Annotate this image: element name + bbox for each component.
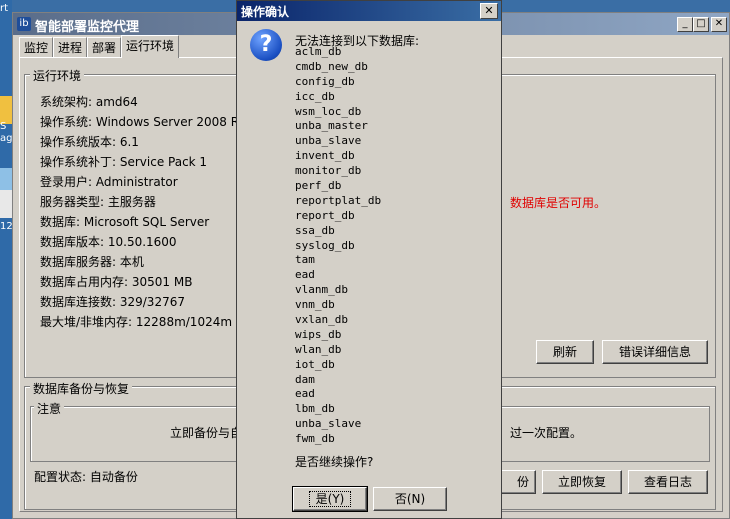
database-list-item: wlan_db: [295, 342, 342, 356]
database-list-item: ssa_db: [295, 223, 335, 237]
db-error-message: 数据库是否可用。: [510, 196, 607, 210]
dialog-close-button[interactable]: ✕: [480, 3, 498, 19]
database-list-item: invent_db: [295, 149, 355, 163]
dialog-question: 是否继续操作?: [295, 455, 374, 469]
note-text-right: 过一次配置。: [510, 426, 583, 440]
desktop-text: rt: [0, 3, 9, 14]
database-list-item: iot_db: [295, 357, 335, 371]
env-arch: 系统架构: amd64: [40, 95, 138, 109]
env-os-patch: 操作系统补丁: Service Pack 1: [40, 155, 208, 169]
desktop-text: 12: [0, 221, 13, 232]
database-list-item: syslog_db: [295, 238, 355, 252]
desktop-strip: rt S ag 12: [0, 0, 13, 519]
database-list-item: report_db: [295, 208, 355, 222]
env-heap-memory: 最大堆/非堆内存: 12288m/1024m: [40, 315, 233, 329]
env-db-server: 数据库服务器: 本机: [40, 255, 144, 269]
database-list-item: config_db: [295, 74, 355, 88]
env-os-version: 操作系统版本: 6.1: [40, 135, 139, 149]
confirm-dialog: 操作确认 ✕ ? 无法连接到以下数据库: aclm_db cmdb_new_db c…: [236, 0, 502, 519]
tab-deploy[interactable]: 部署: [87, 37, 122, 57]
database-list-item: dam: [295, 372, 315, 386]
database-list-item: perf_db: [295, 179, 342, 193]
desktop-text: ag: [0, 133, 13, 144]
database-list-item: ead: [295, 387, 315, 401]
restore-now-button[interactable]: 立即恢复: [542, 470, 622, 494]
desktop-shortcut-icon[interactable]: [0, 190, 12, 218]
env-login-user: 登录用户: Administrator: [40, 175, 178, 189]
tab-monitor[interactable]: 监控: [19, 37, 54, 57]
database-list-item: wips_db: [295, 327, 342, 341]
no-button[interactable]: 否(N): [373, 487, 447, 511]
maximize-button[interactable]: □: [693, 17, 709, 32]
error-detail-button[interactable]: 错误详细信息: [602, 340, 708, 364]
env-db-connections: 数据库连接数: 329/32767: [40, 295, 185, 309]
database-list-item: fwm_db: [295, 432, 335, 446]
database-list-item: reportplat_db: [295, 193, 382, 207]
minimize-button[interactable]: _: [677, 17, 693, 32]
database-list-item: icc_db: [295, 89, 335, 103]
dialog-title-bar[interactable]: 操作确认 ✕: [237, 1, 501, 21]
dialog-title: 操作确认: [241, 5, 290, 19]
close-button[interactable]: ✕: [711, 17, 727, 32]
database-list-item: cmdb_new_db: [295, 59, 368, 73]
refresh-button[interactable]: 刷新: [536, 340, 594, 364]
backup-restore-legend: 数据库备份与恢复: [30, 380, 133, 397]
yes-button-label: 是(Y): [308, 491, 352, 507]
database-list-item: lbm_db: [295, 402, 335, 416]
env-database: 数据库: Microsoft SQL Server: [40, 215, 210, 229]
database-list: aclm_db cmdb_new_db config_db icc_db wsm_loc…: [295, 45, 381, 447]
app-logo-icon: ib: [17, 17, 31, 31]
env-os: 操作系统: Windows Server 2008 R2: [40, 115, 247, 129]
question-icon: ?: [250, 29, 282, 61]
database-list-item: unba_slave: [295, 417, 362, 431]
database-list-item: vnm_db: [295, 298, 335, 312]
desktop-text: S: [0, 121, 7, 132]
env-server-type: 服务器类型: 主服务器: [40, 195, 156, 209]
runtime-env-legend: 运行环境: [30, 67, 85, 84]
database-list-item: vlanm_db: [295, 283, 348, 297]
database-list-item: vxlan_db: [295, 313, 348, 327]
database-list-item: unba_slave: [295, 134, 362, 148]
view-log-button[interactable]: 查看日志: [628, 470, 708, 494]
database-list-item: monitor_db: [295, 164, 362, 178]
env-db-memory: 数据库占用内存: 30501 MB: [40, 275, 193, 289]
desktop-shortcut-icon[interactable]: [0, 96, 12, 124]
database-list-item: wsm_loc_db: [295, 104, 362, 118]
note-legend: 注意: [34, 400, 65, 417]
config-status: 配置状态: 自动备份: [34, 470, 138, 484]
note-text-left: 立即备份与自: [170, 426, 243, 440]
database-list-item: tam: [295, 253, 315, 267]
tab-process[interactable]: 进程: [53, 37, 88, 57]
database-list-item: ead: [295, 268, 315, 282]
database-list-item: unba_master: [295, 119, 368, 133]
database-list-item: aclm_db: [295, 45, 342, 58]
env-db-version: 数据库版本: 10.50.1600: [40, 235, 177, 249]
tab-runtime-env[interactable]: 运行环境: [121, 35, 180, 58]
yes-button[interactable]: 是(Y): [292, 486, 368, 512]
main-window-title: 智能部署监控代理: [35, 20, 140, 35]
